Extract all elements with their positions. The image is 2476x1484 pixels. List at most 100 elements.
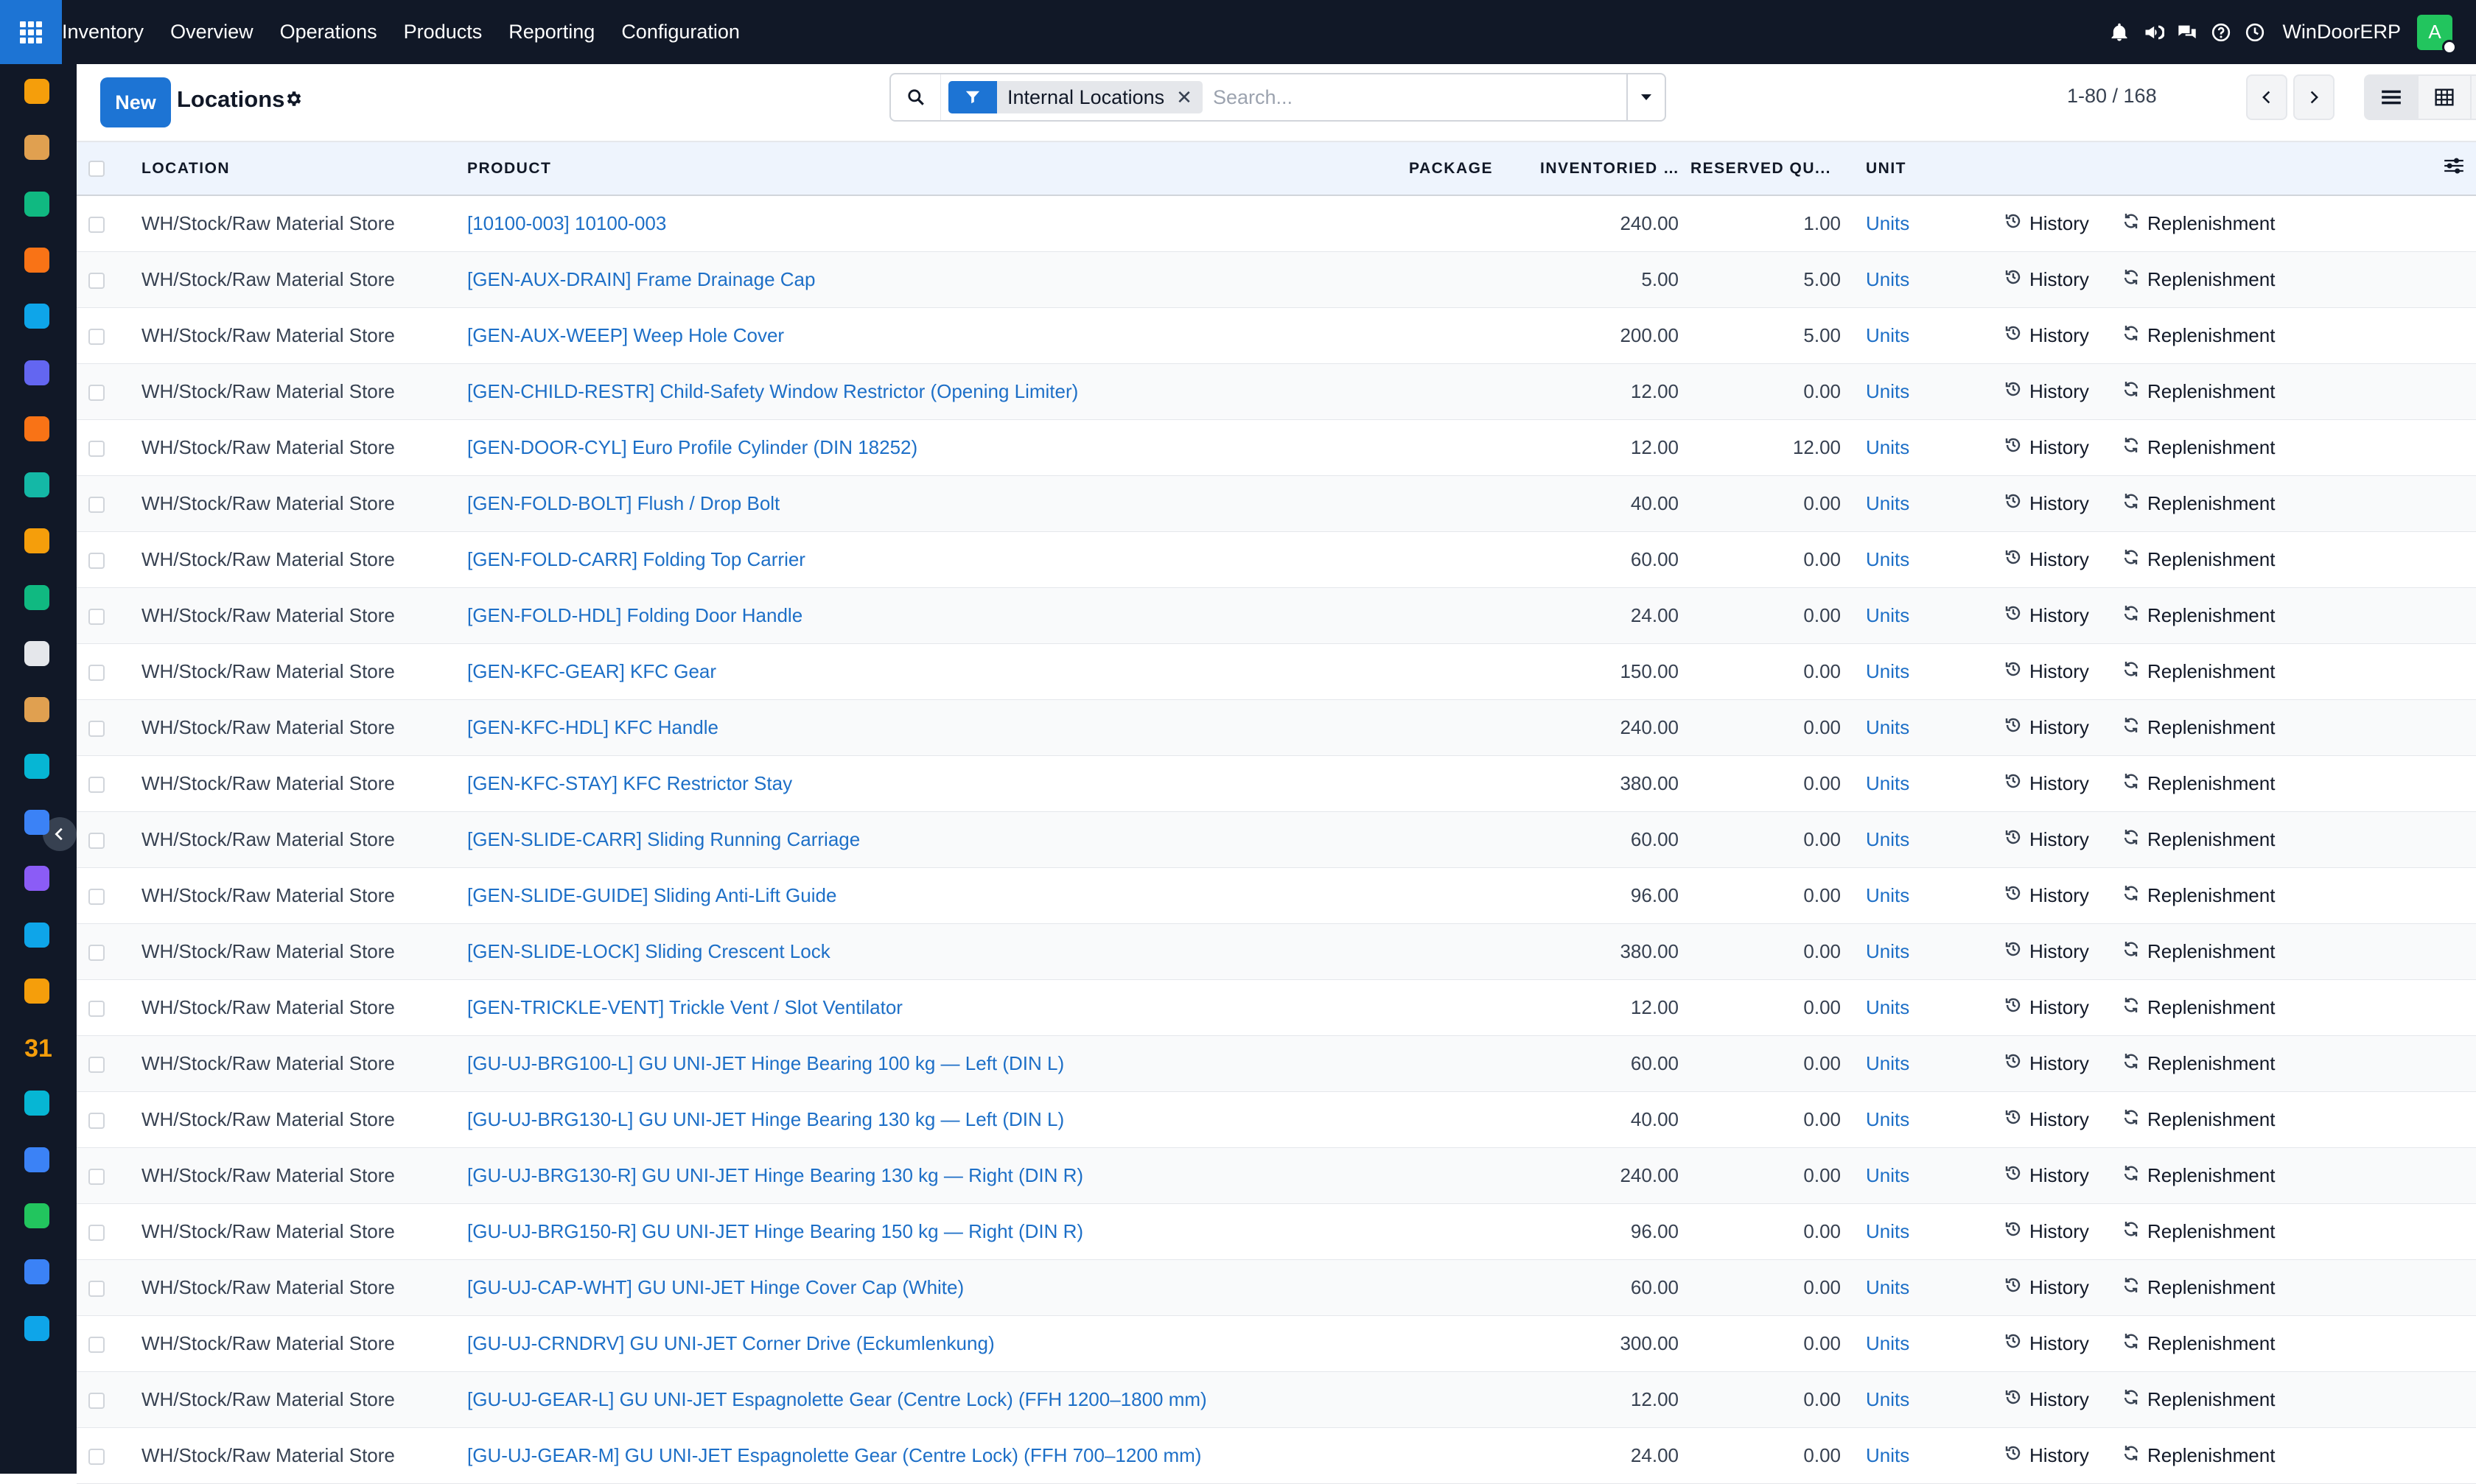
- row-checkbox[interactable]: [88, 664, 105, 681]
- employees-app-icon[interactable]: [24, 584, 49, 610]
- bell-icon[interactable]: [2102, 0, 2136, 64]
- menu-products[interactable]: Products: [391, 21, 496, 43]
- row-checkbox[interactable]: [88, 1112, 105, 1129]
- table-row[interactable]: WH/Stock/Raw Material Store [GU-UJ-CAP-WH…: [77, 1259, 2476, 1315]
- row-checkbox[interactable]: [88, 440, 105, 457]
- product-link[interactable]: [GU-UJ-BRG150-R] GU UNI-JET Hinge Bearin…: [451, 1203, 1409, 1259]
- product-link[interactable]: [GU-UJ-CAP-WHT] GU UNI-JET Hinge Cover C…: [451, 1259, 1409, 1315]
- product-link[interactable]: [GEN-KFC-HDL] KFC Handle: [451, 699, 1409, 755]
- replenishment-button[interactable]: Replenishment: [2122, 1147, 2432, 1203]
- unit-link[interactable]: Units: [1853, 1147, 2004, 1203]
- replenishment-button[interactable]: Replenishment: [2122, 979, 2432, 1035]
- row-checkbox[interactable]: [88, 1392, 105, 1409]
- menu-overview[interactable]: Overview: [157, 21, 267, 43]
- history-button[interactable]: History: [2004, 475, 2122, 531]
- table-row[interactable]: WH/Stock/Raw Material Store [GEN-SLIDE-LO…: [77, 923, 2476, 979]
- search-icon[interactable]: [891, 74, 941, 120]
- col-header-product[interactable]: PRODUCT: [451, 142, 1409, 196]
- product-link[interactable]: [GEN-CHILD-RESTR] Child-Safety Window Re…: [451, 363, 1409, 419]
- remove-facet-icon[interactable]: ✕: [1172, 86, 1203, 109]
- table-row[interactable]: WH/Stock/Raw Material Store [GEN-KFC-HDL]…: [77, 699, 2476, 755]
- row-checkbox[interactable]: [88, 384, 105, 401]
- unit-link[interactable]: Units: [1853, 1035, 2004, 1091]
- product-link[interactable]: [GU-UJ-BRG130-L] GU UNI-JET Hinge Bearin…: [451, 1091, 1409, 1147]
- replenishment-button[interactable]: Replenishment: [2122, 251, 2432, 307]
- calendar-app-icon[interactable]: 31: [24, 1035, 52, 1063]
- history-button[interactable]: History: [2004, 1427, 2122, 1483]
- row-checkbox[interactable]: [88, 888, 105, 905]
- product-link[interactable]: [GEN-AUX-DRAIN] Frame Drainage Cap: [451, 251, 1409, 307]
- row-checkbox[interactable]: [88, 1448, 105, 1465]
- product-link[interactable]: [GEN-SLIDE-LOCK] Sliding Crescent Lock: [451, 923, 1409, 979]
- menu-configuration[interactable]: Configuration: [608, 21, 753, 43]
- table-row[interactable]: WH/Stock/Raw Material Store [GU-UJ-GEAR-L…: [77, 1371, 2476, 1427]
- row-checkbox[interactable]: [88, 272, 105, 289]
- product-link[interactable]: [GEN-KFC-GEAR] KFC Gear: [451, 643, 1409, 699]
- megaphone-icon[interactable]: [2136, 0, 2170, 64]
- history-button[interactable]: History: [2004, 867, 2122, 923]
- chat-icon[interactable]: [2170, 0, 2204, 64]
- history-button[interactable]: History: [2004, 1147, 2122, 1203]
- select-all-checkbox[interactable]: [88, 160, 105, 177]
- unit-link[interactable]: Units: [1853, 531, 2004, 587]
- product-link[interactable]: [GU-UJ-GEAR-M] GU UNI-JET Espagnolette G…: [451, 1427, 1409, 1483]
- replenishment-button[interactable]: Replenishment: [2122, 1091, 2432, 1147]
- replenishment-button[interactable]: Replenishment: [2122, 923, 2432, 979]
- unit-link[interactable]: Units: [1853, 1371, 2004, 1427]
- row-checkbox[interactable]: [88, 720, 105, 737]
- menu-operations[interactable]: Operations: [267, 21, 391, 43]
- unit-link[interactable]: Units: [1853, 867, 2004, 923]
- table-row[interactable]: WH/Stock/Raw Material Store [GEN-SLIDE-CA…: [77, 811, 2476, 867]
- row-checkbox[interactable]: [88, 832, 105, 849]
- replenishment-button[interactable]: Replenishment: [2122, 1259, 2432, 1315]
- table-row[interactable]: WH/Stock/Raw Material Store [GEN-DOOR-CYL…: [77, 419, 2476, 475]
- product-link[interactable]: [GEN-DOOR-CYL] Euro Profile Cylinder (DI…: [451, 419, 1409, 475]
- history-button[interactable]: History: [2004, 643, 2122, 699]
- product-link[interactable]: [GEN-FOLD-BOLT] Flush / Drop Bolt: [451, 475, 1409, 531]
- history-button[interactable]: History: [2004, 699, 2122, 755]
- product-link[interactable]: [GEN-SLIDE-CARR] Sliding Running Carriag…: [451, 811, 1409, 867]
- list-view-button[interactable]: [2364, 74, 2419, 120]
- history-button[interactable]: History: [2004, 1091, 2122, 1147]
- unit-link[interactable]: Units: [1853, 251, 2004, 307]
- tasks-app-icon[interactable]: [24, 753, 49, 779]
- unit-link[interactable]: Units: [1853, 1091, 2004, 1147]
- row-checkbox[interactable]: [88, 552, 105, 569]
- replenishment-button[interactable]: Replenishment: [2122, 363, 2432, 419]
- unit-link[interactable]: Units: [1853, 979, 2004, 1035]
- col-header-location[interactable]: LOCATION: [127, 142, 451, 196]
- graph-view-button[interactable]: [2470, 74, 2476, 120]
- product-link[interactable]: [GU-UJ-CRNDRV] GU UNI-JET Corner Drive (…: [451, 1315, 1409, 1371]
- row-checkbox[interactable]: [88, 1336, 105, 1353]
- unit-link[interactable]: Units: [1853, 643, 2004, 699]
- pen-app-icon[interactable]: [24, 1091, 49, 1116]
- gallery-app-icon[interactable]: [24, 135, 49, 161]
- row-checkbox[interactable]: [88, 1224, 105, 1241]
- replenishment-button[interactable]: Replenishment: [2122, 419, 2432, 475]
- product-link[interactable]: [GEN-SLIDE-GUIDE] Sliding Anti-Lift Guid…: [451, 867, 1409, 923]
- row-checkbox[interactable]: [88, 944, 105, 961]
- replenishment-button[interactable]: Replenishment: [2122, 755, 2432, 811]
- history-button[interactable]: History: [2004, 1035, 2122, 1091]
- table-row[interactable]: WH/Stock/Raw Material Store [GEN-FOLD-BOL…: [77, 475, 2476, 531]
- replenishment-button[interactable]: Replenishment: [2122, 811, 2432, 867]
- row-checkbox[interactable]: [88, 1168, 105, 1185]
- pager-next-button[interactable]: [2293, 74, 2335, 120]
- cube-app-icon[interactable]: [24, 641, 49, 666]
- pivot-view-button[interactable]: [2417, 74, 2472, 120]
- replenishment-button[interactable]: Replenishment: [2122, 475, 2432, 531]
- replenishment-button[interactable]: Replenishment: [2122, 1203, 2432, 1259]
- history-button[interactable]: History: [2004, 531, 2122, 587]
- table-row[interactable]: WH/Stock/Raw Material Store [GEN-FOLD-HDL…: [77, 587, 2476, 643]
- unit-link[interactable]: Units: [1853, 587, 2004, 643]
- history-button[interactable]: History: [2004, 1371, 2122, 1427]
- replenishment-button[interactable]: Replenishment: [2122, 699, 2432, 755]
- chat-bubble-app-icon[interactable]: [24, 247, 49, 273]
- pager-value[interactable]: 1-80 / 168: [2067, 85, 2157, 108]
- compass-app-icon[interactable]: [24, 1259, 49, 1285]
- sign-app-icon[interactable]: [24, 472, 49, 498]
- clock-icon[interactable]: [2238, 0, 2272, 64]
- history-button[interactable]: History: [2004, 587, 2122, 643]
- replenishment-button[interactable]: Replenishment: [2122, 1315, 2432, 1371]
- unit-link[interactable]: Units: [1853, 923, 2004, 979]
